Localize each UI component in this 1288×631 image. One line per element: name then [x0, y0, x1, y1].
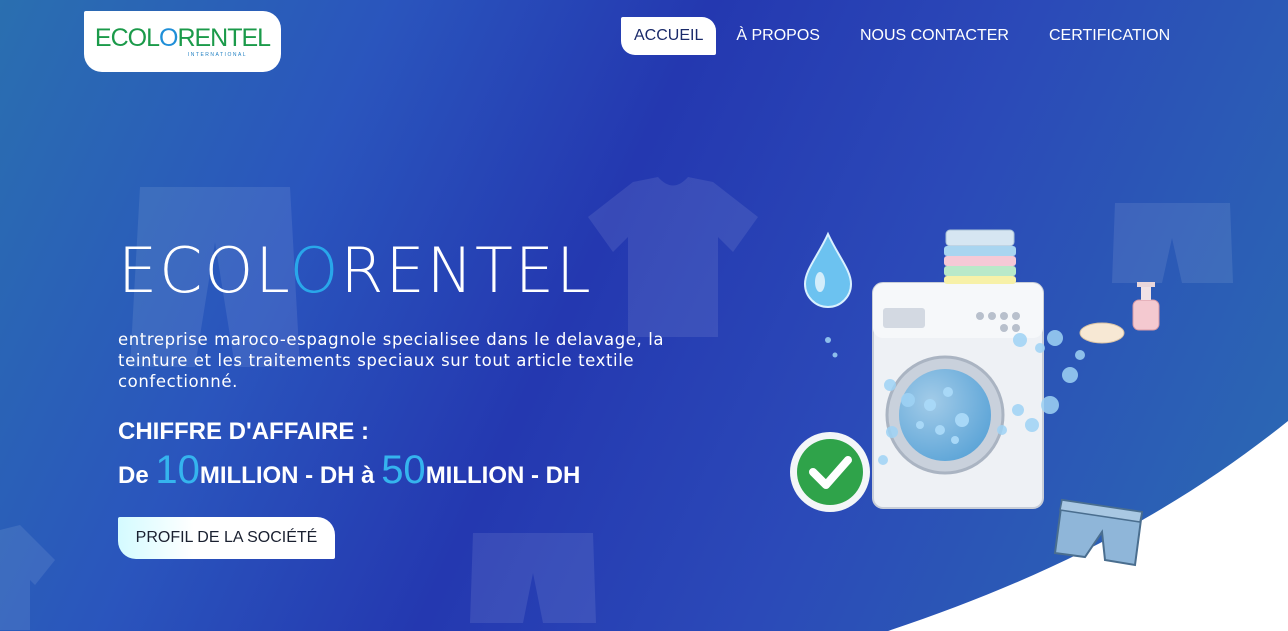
- folded-clothes-icon: [944, 229, 1016, 284]
- logo-text: ECOLORENTEL: [94, 23, 271, 52]
- logo-subtitle: INTERNATIONAL: [187, 51, 248, 58]
- shorts-icon: [1053, 498, 1144, 567]
- laundry-illustration: [790, 229, 1160, 567]
- soap-bottle-icon: [1079, 282, 1160, 344]
- nav-nous-contacter[interactable]: NOUS CONTACTER: [840, 17, 1029, 55]
- tshirt-background-icon-2: [0, 525, 55, 630]
- washing-machine-icon: [872, 282, 1044, 509]
- revenue-min: 10: [155, 448, 200, 492]
- water-drop-icon: [803, 231, 853, 308]
- nav-accueil[interactable]: ACCUEIL: [621, 17, 717, 55]
- revenue-range: De 10MILLION - DH à 50MILLION - DH: [118, 448, 581, 492]
- logo[interactable]: ECOLORENTEL INTERNATIONAL: [84, 11, 281, 72]
- nav-a-propos[interactable]: À PROPOS: [716, 17, 840, 55]
- tshirt-background-icon: [588, 177, 758, 337]
- main-nav: ACCUEIL À PROPOS NOUS CONTACTER CERTIFIC…: [621, 17, 1190, 55]
- company-profile-button[interactable]: PROFIL DE LA SOCIÉTÉ: [118, 517, 335, 559]
- revenue-label: CHIFFRE D'AFFAIRE :: [118, 418, 370, 445]
- check-badge-icon: [790, 432, 870, 512]
- nav-certification[interactable]: CERTIFICATION: [1029, 17, 1190, 55]
- shorts-background-icon-2: [470, 533, 596, 623]
- hero-title: ECOLORENTEL: [118, 234, 593, 307]
- revenue-max: 50: [381, 448, 426, 492]
- hero-description: entreprise maroco-espagnole specialisee …: [118, 330, 665, 391]
